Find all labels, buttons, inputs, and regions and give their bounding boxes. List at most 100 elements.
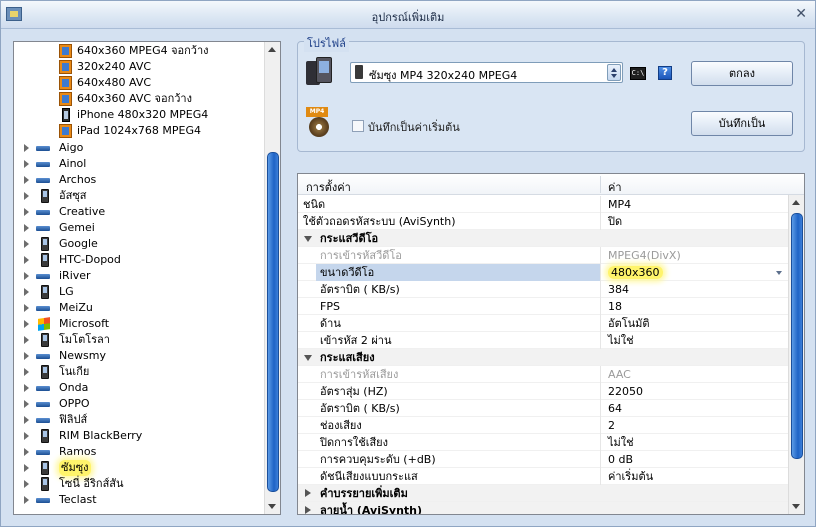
spin-arrows-icon[interactable] <box>607 64 621 81</box>
tree-brand-item[interactable]: ซัมซุง <box>14 460 262 476</box>
device-tree[interactable]: 640x360 MPEG4 จอกว้าง 320x240 AVC 640x480 … <box>13 41 281 515</box>
tree-brand-item[interactable]: LG <box>14 284 262 300</box>
expand-arrow-icon[interactable] <box>24 320 29 328</box>
grid-row[interactable]: อัตราบิต ( KB/s) 64 <box>298 400 788 417</box>
tree-brand-item[interactable]: โซนี่ อีริกส์สัน <box>14 476 262 492</box>
expand-arrow-icon[interactable] <box>24 400 29 408</box>
grid-row[interactable]: ดัชนีเสียงแบบกระแส ค่าเริ่มต้น <box>298 468 788 485</box>
expand-arrow-icon[interactable] <box>24 368 29 376</box>
expand-arrow-icon[interactable] <box>24 160 29 168</box>
setting-value[interactable]: ปิด <box>608 213 622 230</box>
grid-row[interactable]: อัตราสุ่ม (HZ) 22050 <box>298 383 788 400</box>
setting-value[interactable]: ไม่ใช่ <box>608 332 634 349</box>
expand-arrow-icon[interactable] <box>24 384 29 392</box>
expand-arrow-icon[interactable] <box>305 489 311 497</box>
tree-child-item[interactable]: iPad 1024x768 MPEG4 <box>14 123 262 139</box>
setting-value[interactable]: 18 <box>608 298 622 315</box>
command-line-icon[interactable]: C:\ <box>630 67 646 80</box>
tree-brand-item[interactable]: Aigo <box>14 140 262 156</box>
tree-brand-item[interactable]: RIM BlackBerry <box>14 428 262 444</box>
setting-value[interactable]: 480x360 <box>608 264 663 281</box>
expand-arrow-icon[interactable] <box>24 224 29 232</box>
scroll-up-icon[interactable] <box>792 200 800 205</box>
grid-row[interactable]: เข้ารหัส 2 ผ่าน ไม่ใช่ <box>298 332 788 349</box>
tree-brand-item[interactable]: Gemei <box>14 220 262 236</box>
tree-brand-item[interactable]: Ramos <box>14 444 262 460</box>
expand-arrow-icon[interactable] <box>24 448 29 456</box>
tree-child-item[interactable]: 640x360 MPEG4 จอกว้าง <box>14 43 262 59</box>
tree-brand-item[interactable]: Ainol <box>14 156 262 172</box>
grid-section-row[interactable]: กระแสเสียง <box>298 349 788 366</box>
expand-arrow-icon[interactable] <box>24 336 29 344</box>
expand-arrow-icon[interactable] <box>24 432 29 440</box>
tree-brand-item[interactable]: Creative <box>14 204 262 220</box>
expand-arrow-icon[interactable] <box>24 208 29 216</box>
grid-row[interactable]: ด้าน อัตโนมัติ <box>298 315 788 332</box>
tree-brand-item[interactable]: อัสซุส <box>14 188 262 204</box>
expand-arrow-icon[interactable] <box>24 352 29 360</box>
expand-arrow-icon[interactable] <box>24 240 29 248</box>
expand-arrow-icon[interactable] <box>24 480 29 488</box>
tree-child-item[interactable]: 640x360 AVC จอกว้าง <box>14 91 262 107</box>
tree-brand-item[interactable]: ฟิลิปส์ <box>14 412 262 428</box>
expand-arrow-icon[interactable] <box>305 506 311 514</box>
expand-arrow-icon[interactable] <box>24 464 29 472</box>
setting-value[interactable]: 384 <box>608 281 629 298</box>
tree-brand-item[interactable]: Onda <box>14 380 262 396</box>
tree-scroll-thumb[interactable] <box>267 152 279 492</box>
help-icon[interactable]: ? <box>658 66 672 80</box>
tree-brand-item[interactable]: โมโตโรลา <box>14 332 262 348</box>
tree-brand-item[interactable]: HTC-Dopod <box>14 252 262 268</box>
grid-row[interactable]: ช่องเสียง 2 <box>298 417 788 434</box>
grid-row[interactable]: ชนิด MP4 <box>298 196 788 213</box>
scroll-up-icon[interactable] <box>268 47 276 52</box>
grid-scroll-thumb[interactable] <box>791 213 803 459</box>
grid-row[interactable]: ปิดการใช้เสียง ไม่ใช่ <box>298 434 788 451</box>
tree-brand-item[interactable]: OPPO <box>14 396 262 412</box>
expand-arrow-icon[interactable] <box>24 496 29 504</box>
grid-scrollbar[interactable] <box>788 195 804 514</box>
setting-value[interactable]: 2 <box>608 417 615 434</box>
collapse-arrow-icon[interactable] <box>304 355 312 361</box>
expand-arrow-icon[interactable] <box>24 288 29 296</box>
grid-row[interactable]: การเข้ารหัสวีดีโอ MPEG4(DivX) <box>298 247 788 264</box>
save-default-label[interactable]: บันทึกเป็นค่าเริ่มต้น <box>368 118 460 136</box>
grid-row[interactable]: FPS 18 <box>298 298 788 315</box>
setting-value[interactable]: อัตโนมัติ <box>608 315 650 332</box>
grid-section-row[interactable]: คำบรรยายเพิ่มเติม <box>298 485 788 502</box>
grid-row[interactable]: ใช้ตัวถอดรหัสระบบ (AviSynth) ปิด <box>298 213 788 230</box>
expand-arrow-icon[interactable] <box>24 144 29 152</box>
tree-brand-item[interactable]: Archos <box>14 172 262 188</box>
collapse-arrow-icon[interactable] <box>304 236 312 242</box>
tree-brand-item[interactable]: iRiver <box>14 268 262 284</box>
tree-brand-item[interactable]: โนเกีย <box>14 364 262 380</box>
setting-value[interactable]: 64 <box>608 400 622 417</box>
tree-brand-item[interactable]: Google <box>14 236 262 252</box>
ok-button[interactable]: ตกลง <box>691 61 793 86</box>
tree-child-item[interactable]: iPhone 480x320 MPEG4 <box>14 107 262 123</box>
setting-value[interactable]: 0 dB <box>608 451 633 468</box>
grid-row[interactable]: ขนาดวีดีโอ 480x360 <box>298 264 788 281</box>
tree-brand-item[interactable]: Newsmy <box>14 348 262 364</box>
settings-grid[interactable]: การตั้งค่า ค่า ชนิด MP4 ใช้ตัวถอดรหัสระบบ … <box>297 173 805 515</box>
expand-arrow-icon[interactable] <box>24 304 29 312</box>
setting-value[interactable]: ค่าเริ่มต้น <box>608 468 653 485</box>
grid-row[interactable]: อัตราบิต ( KB/s) 384 <box>298 281 788 298</box>
tree-brand-item[interactable]: MeiZu <box>14 300 262 316</box>
grid-row[interactable]: การเข้ารหัสเสียง AAC <box>298 366 788 383</box>
tree-child-item[interactable]: 640x480 AVC <box>14 75 262 91</box>
close-icon[interactable]: ✕ <box>795 6 807 22</box>
tree-brand-item[interactable]: Microsoft <box>14 316 262 332</box>
expand-arrow-icon[interactable] <box>24 416 29 424</box>
tree-brand-item[interactable]: Teclast <box>14 492 262 508</box>
expand-arrow-icon[interactable] <box>24 256 29 264</box>
setting-value[interactable]: 22050 <box>608 383 643 400</box>
scroll-down-icon[interactable] <box>268 504 276 509</box>
setting-value[interactable]: MP4 <box>608 196 631 213</box>
save-default-checkbox[interactable] <box>352 120 364 132</box>
expand-arrow-icon[interactable] <box>24 192 29 200</box>
grid-section-row[interactable]: กระแสวีดีโอ <box>298 230 788 247</box>
dropdown-arrow-icon[interactable] <box>776 271 782 275</box>
expand-arrow-icon[interactable] <box>24 176 29 184</box>
grid-section-row[interactable]: ลายน้ำ (AviSynth) <box>298 502 788 514</box>
